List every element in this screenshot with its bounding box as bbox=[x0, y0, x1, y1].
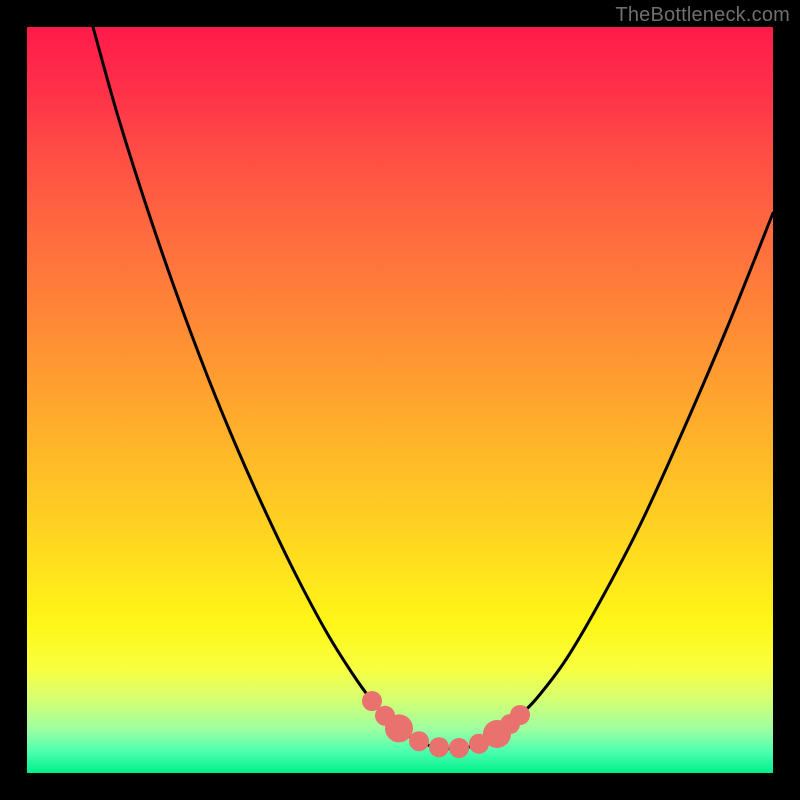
curve-layer bbox=[27, 27, 773, 773]
attribution-text: TheBottleneck.com bbox=[615, 4, 790, 27]
marker-group bbox=[362, 691, 530, 758]
bottleneck-curve bbox=[93, 27, 773, 749]
curve-marker bbox=[510, 705, 530, 725]
chart-frame: TheBottleneck.com bbox=[0, 0, 800, 800]
curve-marker bbox=[409, 731, 429, 751]
curve-marker bbox=[449, 738, 469, 758]
curve-marker bbox=[385, 714, 413, 742]
curve-marker bbox=[429, 737, 449, 757]
